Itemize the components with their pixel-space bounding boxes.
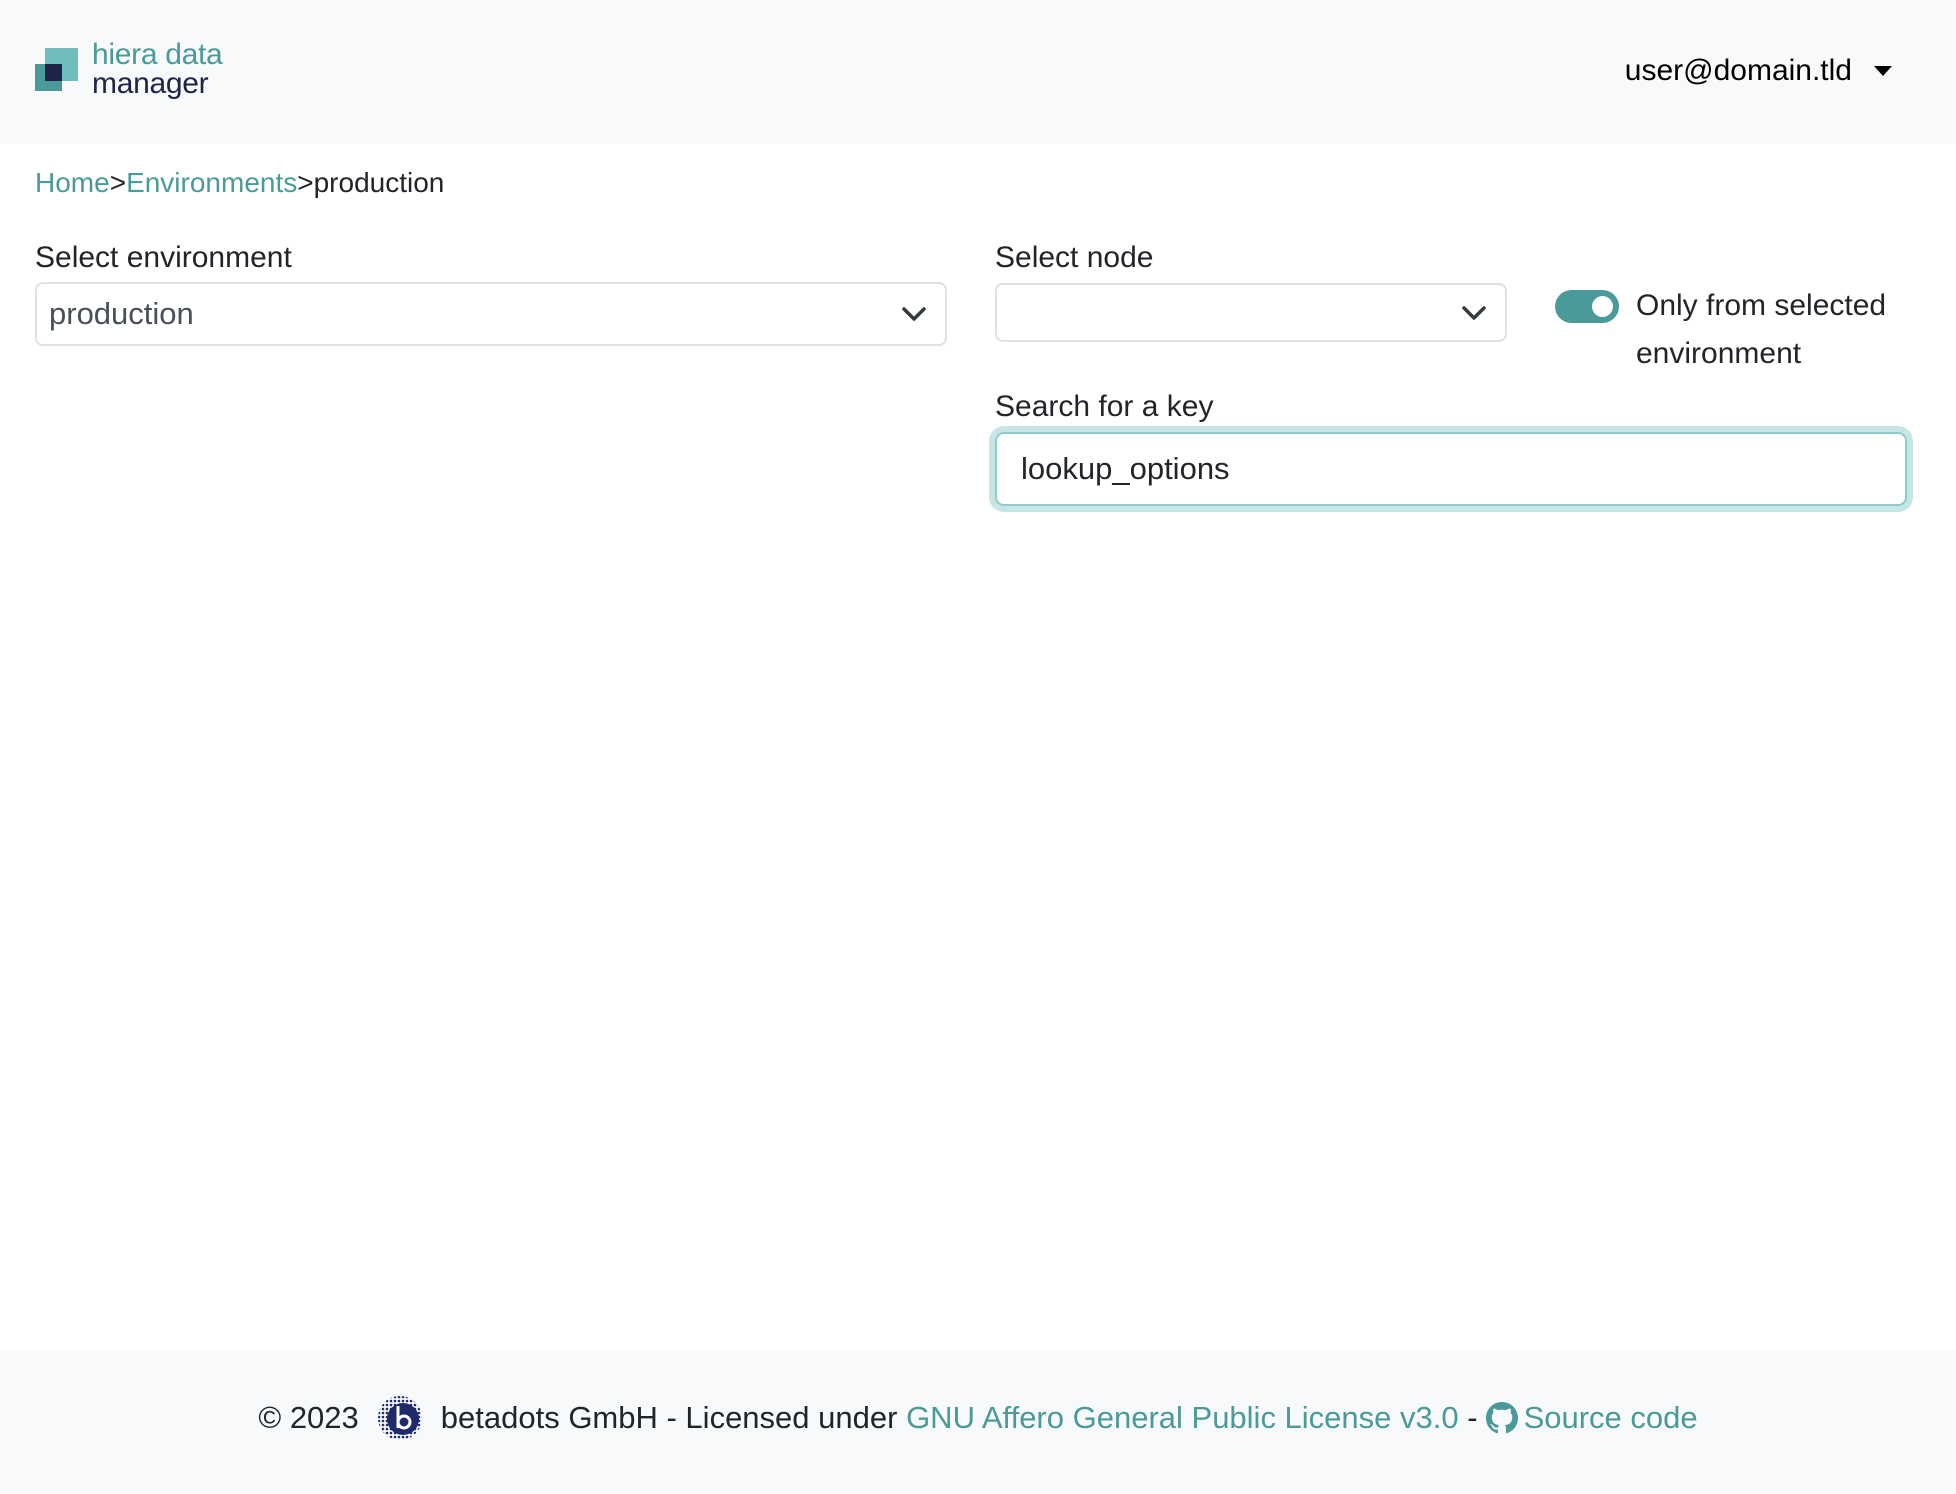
search-key-label: Search for a key	[995, 390, 1214, 423]
breadcrumb-current: production	[313, 167, 445, 198]
user-menu-dropdown[interactable]: user@domain.tld	[1625, 50, 1892, 92]
app-logo[interactable]: hiera data manager	[35, 40, 235, 100]
chevron-down-icon	[1462, 305, 1486, 320]
source-code-label: Source code	[1523, 1400, 1698, 1435]
source-code-link[interactable]: Source code	[1478, 1400, 1698, 1436]
environment-select[interactable]: production	[35, 282, 947, 346]
footer-dash: -	[1467, 1400, 1478, 1435]
user-email: user@domain.tld	[1624, 54, 1852, 87]
company-license-text: betadots GmbH - Licensed under	[440, 1400, 898, 1435]
logo-text: hiera data manager	[92, 38, 223, 100]
node-select-label: Select node	[995, 241, 1154, 274]
breadcrumb-separator: >	[109, 167, 127, 198]
only-selected-environment-toggle[interactable]	[1555, 290, 1619, 323]
page: hiera data manager user@domain.tld Home …	[0, 0, 1956, 1494]
github-icon	[1485, 1402, 1518, 1434]
header: hiera data manager user@domain.tld	[0, 0, 1956, 144]
logo-line-2: manager	[92, 67, 209, 100]
caret-down-icon	[1874, 66, 1892, 76]
license-link[interactable]: GNU Affero General Public License v3.0	[906, 1400, 1459, 1436]
environment-select-label: Select environment	[35, 241, 292, 274]
betadots-logo-icon	[377, 1396, 422, 1440]
chevron-down-icon	[902, 307, 926, 321]
breadcrumb-environments[interactable]: Environments	[126, 165, 297, 201]
search-key-input[interactable]	[995, 432, 1907, 506]
logo-mark-icon	[35, 48, 79, 92]
logo-line-1: hiera data	[92, 38, 223, 71]
breadcrumb-separator: >	[297, 167, 314, 198]
breadcrumb: Home > Environments > production	[35, 165, 444, 201]
copyright-text: © 2023	[258, 1400, 359, 1435]
only-selected-environment-label[interactable]: Only from selected environment	[1636, 282, 1936, 378]
breadcrumb-home[interactable]: Home	[35, 165, 110, 201]
footer: © 2023 betadots GmbH - Licensed under GN…	[0, 1350, 1956, 1494]
node-select[interactable]	[995, 283, 1507, 342]
toggle-knob	[1592, 296, 1613, 317]
environment-select-value: production	[49, 296, 194, 331]
